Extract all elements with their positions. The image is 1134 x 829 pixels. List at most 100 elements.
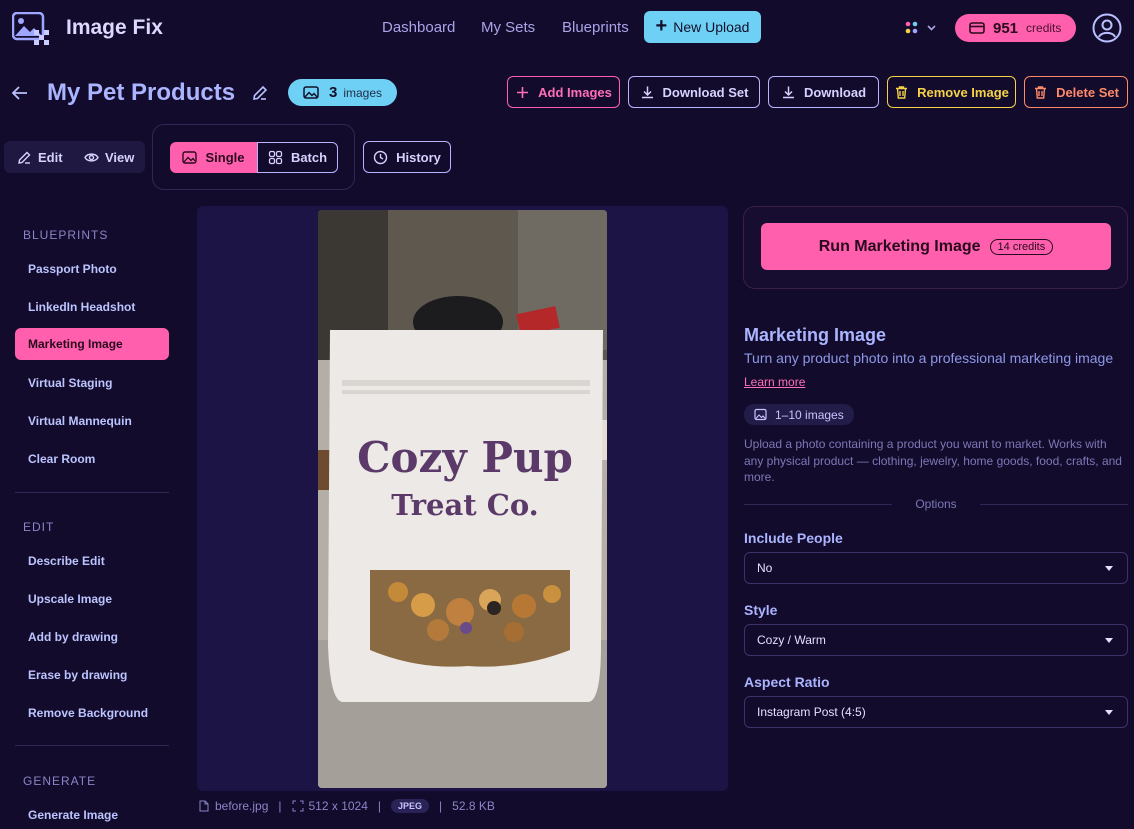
learn-more-link[interactable]: Learn more [744,375,805,389]
style-select[interactable]: Cozy / Warm [744,624,1128,656]
chevron-down-icon [1105,565,1113,571]
top-nav: Image Fix Dashboard My Sets Blueprints +… [0,0,1134,58]
image-count-label: images [343,85,383,100]
image-icon [754,408,767,421]
meta-separator: | [377,799,382,813]
credits-label: credits [1026,21,1062,35]
blueprint-title: Marketing Image [744,325,887,345]
sidebar-section-generate: GENERATE [23,774,97,788]
product-photo: Cozy Pup Treat Co. [318,210,607,788]
options-divider [980,504,1128,505]
batch-mode-button[interactable]: Batch [257,142,338,173]
grid-icon [268,150,283,165]
history-button[interactable]: History [363,141,451,173]
sidebar-item-add-by-drawing[interactable]: Add by drawing [15,621,169,653]
clock-icon [373,150,388,164]
edit-view-toggle: Edit View [4,141,145,173]
dimensions: 512 x 1024 [308,799,368,813]
logo-icon[interactable] [12,12,52,46]
sidebar-item-clear-room[interactable]: Clear Room [15,443,169,475]
blueprint-description: Turn any product photo into a profession… [744,350,1114,366]
nav-blueprints[interactable]: Blueprints [562,19,629,36]
sidebar-item-generate-image[interactable]: Generate Image [15,799,169,829]
app-name[interactable]: Image Fix [66,16,163,40]
image-meta: before.jpg | 512 x 1024 | JPEG | 52.8 KB [198,797,495,815]
plus-icon [517,86,529,98]
style-value: Cozy / Warm [757,633,826,647]
sidebar-item-remove-background[interactable]: Remove Background [15,697,169,729]
sidebar-item-upscale-image[interactable]: Upscale Image [15,583,169,615]
bag-brand-subtext: Treat Co. [391,488,539,522]
remove-image-button[interactable]: Remove Image [887,76,1016,108]
download-label: Download [803,84,867,100]
add-images-label: Add Images [538,84,612,100]
nav-my-sets[interactable]: My Sets [481,19,535,36]
aspect-ratio-label: Aspect Ratio [744,674,830,690]
sidebar-divider [15,492,169,493]
download-icon [641,86,653,98]
batch-mode-label: Batch [290,150,328,165]
image-range: 1–10 images [775,407,844,422]
add-images-button[interactable]: Add Images [507,76,620,108]
chevron-down-icon [1105,709,1113,715]
aspect-ratio-select[interactable]: Instagram Post (4:5) [744,696,1128,728]
apps-grid-icon [905,21,936,34]
meta-separator: | [439,799,443,813]
include-people-label: Include People [744,530,843,546]
download-icon [782,86,794,98]
edit-mode-label: Edit [38,149,63,165]
eye-icon [84,152,99,162]
options-label: Options [915,497,957,511]
download-set-button[interactable]: Download Set [628,76,760,108]
run-cost-badge: 14 credits [989,238,1054,255]
image-count-value: 3 [329,84,338,101]
file-icon [199,800,209,812]
history-label: History [396,149,441,165]
apps-menu[interactable] [902,18,938,38]
edit-icon [18,151,31,164]
sidebar-section-edit: EDIT [23,520,55,534]
view-mode-button[interactable]: View [84,141,134,173]
delete-set-button[interactable]: Delete Set [1024,76,1128,108]
back-arrow-icon[interactable] [10,83,30,103]
nav-dashboard[interactable]: Dashboard [382,19,455,36]
aspect-ratio-value: Instagram Post (4:5) [757,705,866,719]
sidebar-item-describe-edit[interactable]: Describe Edit [15,545,169,577]
format-badge: JPEG [391,799,430,813]
run-label: Run Marketing Image [818,237,981,255]
remove-image-label: Remove Image [917,84,1009,100]
style-label: Style [744,602,778,618]
delete-set-label: Delete Set [1056,84,1119,100]
sidebar-divider [15,745,169,746]
filename: before.jpg [215,799,269,813]
sidebar-item-erase-by-drawing[interactable]: Erase by drawing [15,659,169,691]
sidebar-item-virtual-staging[interactable]: Virtual Staging [15,367,169,399]
credits-badge[interactable]: 951 credits [955,14,1076,42]
file-size: 52.8 KB [452,799,495,813]
trash-icon [896,85,908,99]
sidebar-item-linkedin-headshot[interactable]: LinkedIn Headshot [15,291,169,323]
single-mode-button[interactable]: Single [170,142,257,173]
credits-value: 951 [993,19,1019,37]
chevron-down-icon [1105,637,1113,643]
image-icon [182,151,198,164]
blueprint-help: Upload a photo containing a product you … [744,437,1122,484]
options-divider [744,504,892,505]
download-button[interactable]: Download [768,76,879,108]
dimensions-info: 512 x 1024 [292,799,368,813]
user-avatar-icon[interactable] [1092,13,1122,43]
include-people-select[interactable]: No [744,552,1128,584]
expand-icon [292,800,303,812]
sidebar-section-blueprints: BLUEPRINTS [23,228,109,242]
sidebar-item-passport-photo[interactable]: Passport Photo [15,253,169,285]
page-title: My Pet Products [47,79,236,106]
edit-title-icon[interactable] [251,84,269,102]
single-mode-label: Single [205,150,245,165]
sidebar-item-marketing-image[interactable]: Marketing Image [15,328,169,360]
sidebar-item-virtual-mannequin[interactable]: Virtual Mannequin [15,405,169,437]
plus-icon: + [655,15,668,37]
meta-separator: | [278,799,282,813]
edit-mode-button[interactable]: Edit [17,141,63,173]
new-upload-button[interactable]: + New Upload [644,11,761,43]
run-blueprint-button[interactable]: Run Marketing Image 14 credits [761,223,1111,270]
